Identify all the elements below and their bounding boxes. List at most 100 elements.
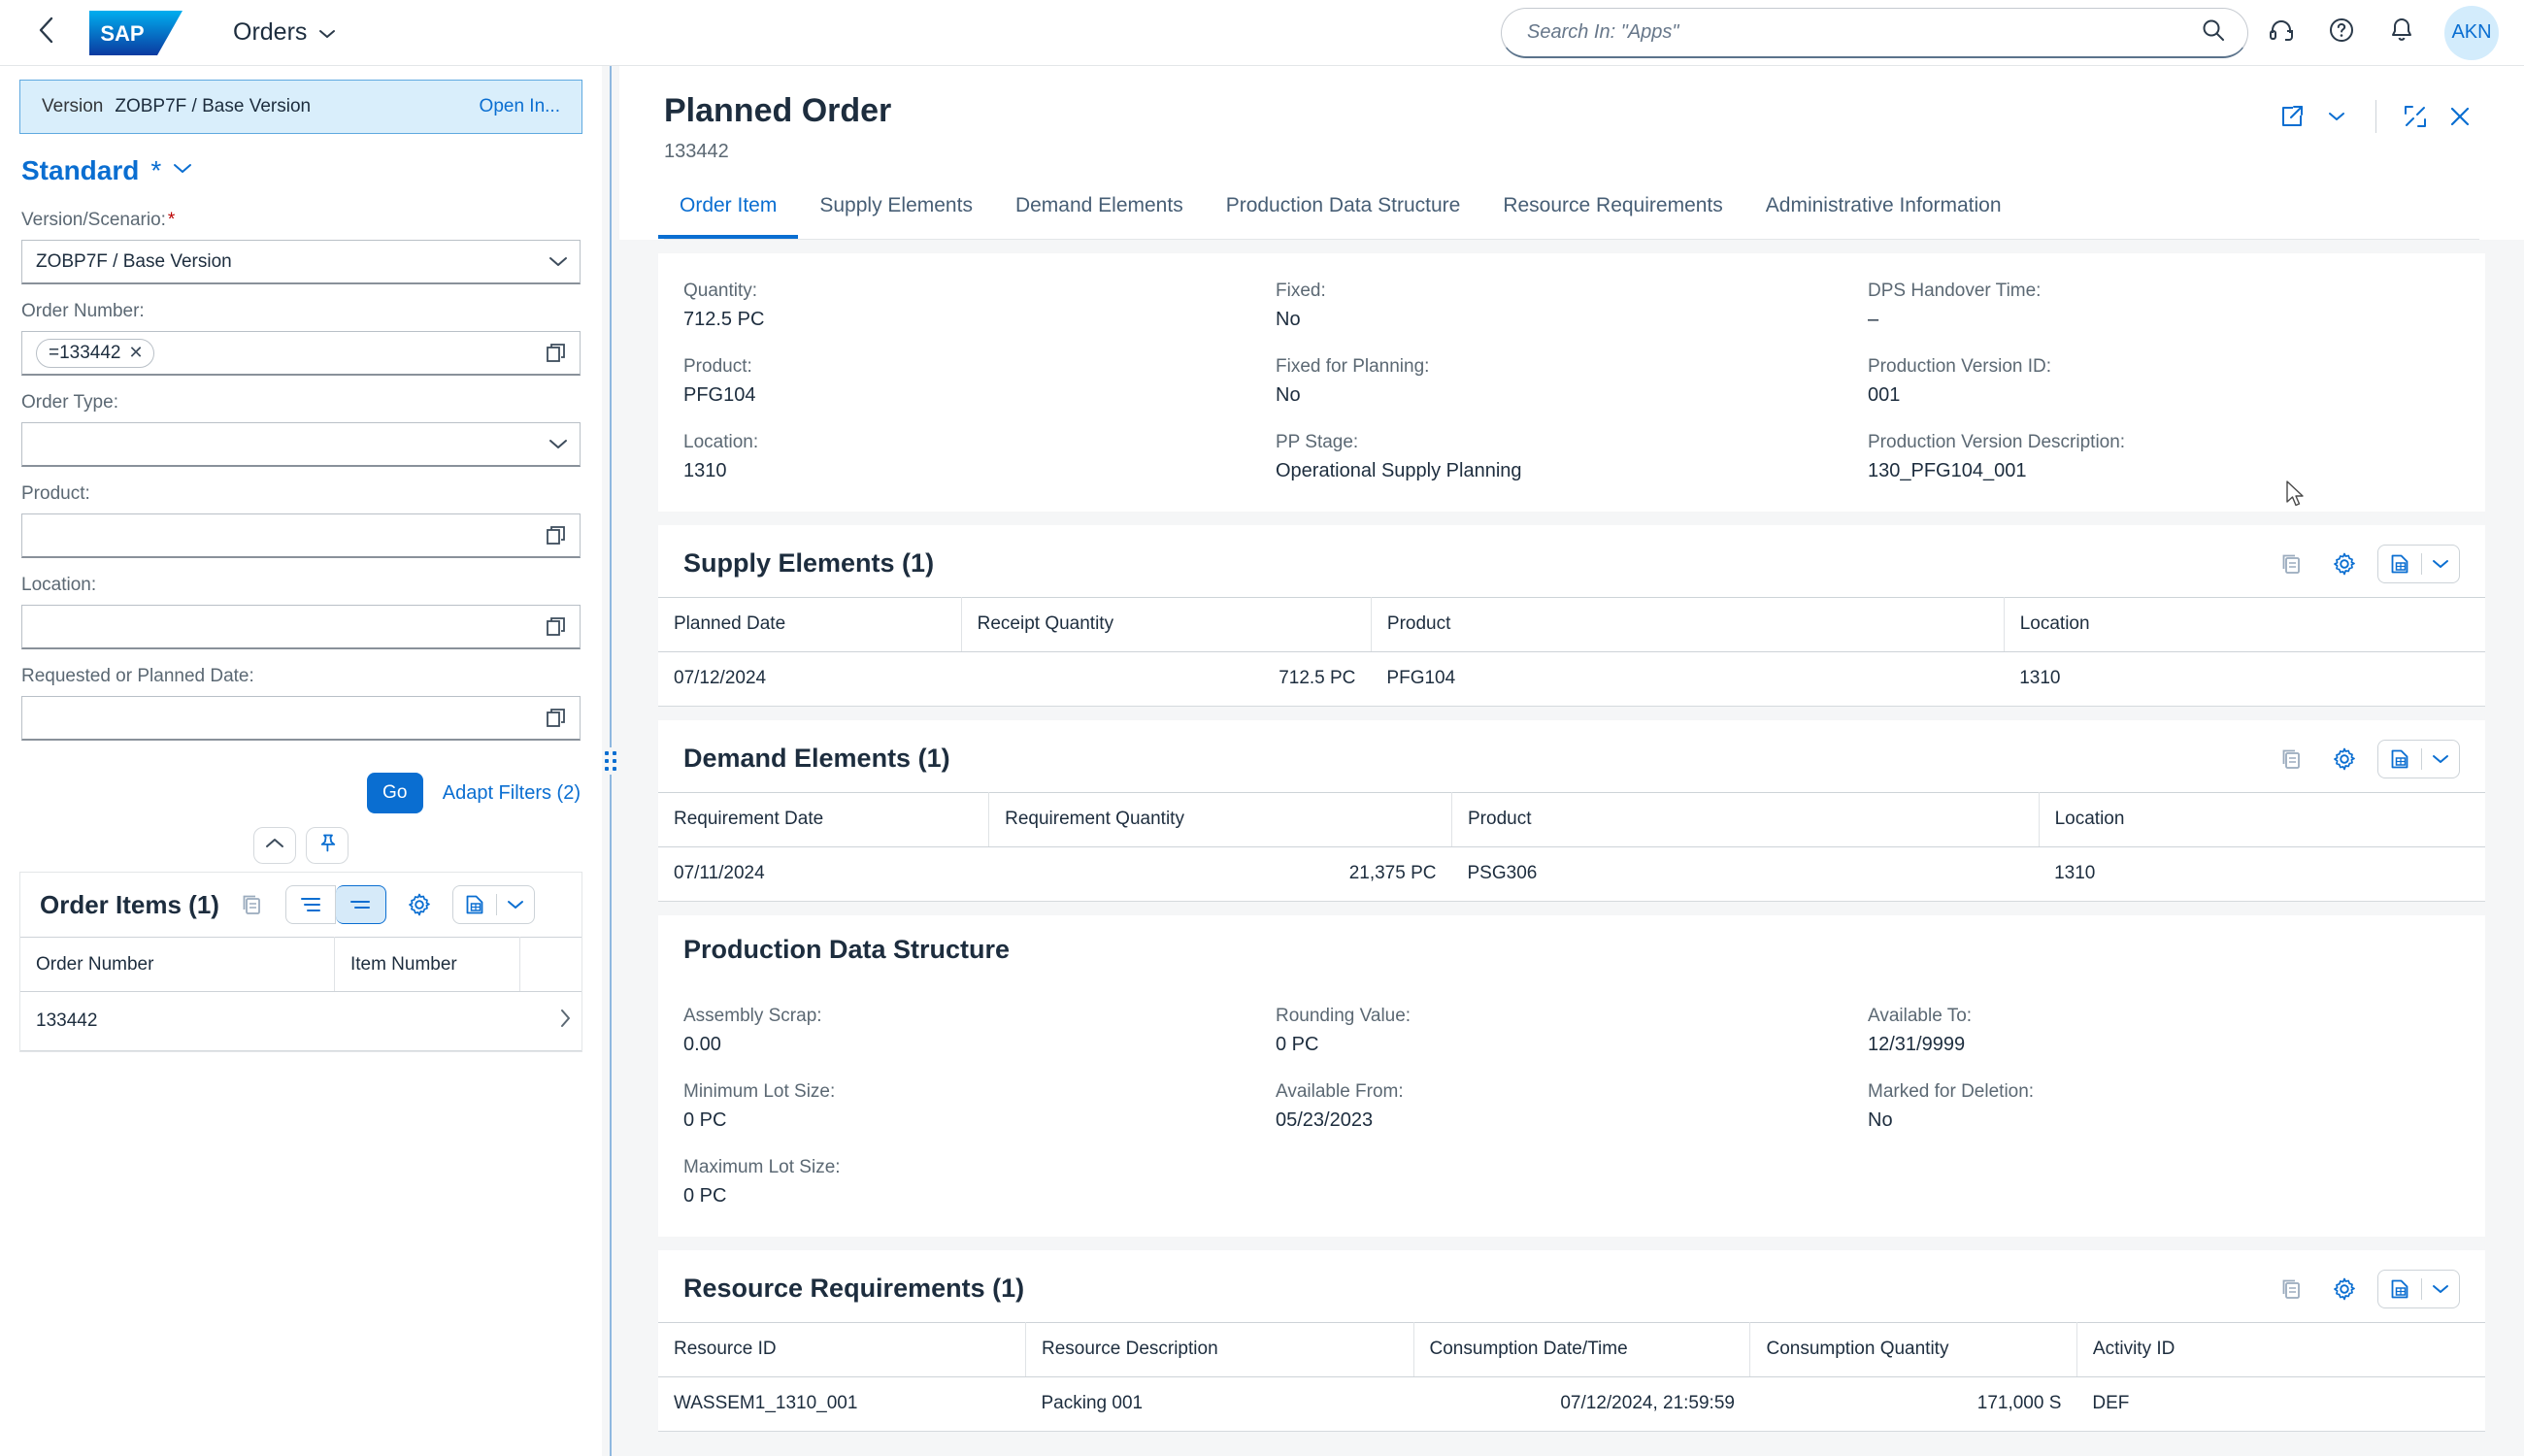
chevron-down-icon[interactable] [2422,1283,2459,1295]
chevron-down-icon[interactable] [2422,753,2459,765]
copy-icon[interactable] [2273,1270,2311,1308]
product-input[interactable] [21,513,581,558]
column-header-planned-date[interactable]: Planned Date [658,597,961,651]
column-header-requirement-date[interactable]: Requirement Date [658,792,989,846]
export-spreadsheet-icon[interactable] [2378,552,2421,576]
facet-quantity: Quantity: 712.5 PC [683,281,1276,331]
column-header-item-number[interactable]: Item Number [334,938,519,992]
chevron-down-icon[interactable] [173,162,192,180]
filter-token[interactable]: =133442 ✕ [36,339,154,368]
facet-value: 712.5 PC [683,309,1276,331]
column-header-location[interactable]: Location [2004,597,2485,651]
table-row[interactable]: 07/12/2024 712.5 PC PFG104 1310 [658,651,2485,706]
chevron-down-icon[interactable] [548,438,568,450]
column-header-requirement-quantity[interactable]: Requirement Quantity [989,792,1452,846]
column-header-receipt-quantity[interactable]: Receipt Quantity [961,597,1371,651]
column-header-order-number[interactable]: Order Number [20,938,334,992]
avatar[interactable]: AKN [2444,6,2499,60]
export-split-button[interactable] [2377,740,2460,778]
table-row[interactable]: WASSEM1_1310_001 Packing 001 07/12/2024,… [658,1376,2485,1431]
search-icon[interactable] [2201,17,2226,48]
column-header-activity-id[interactable]: Activity ID [2076,1322,2485,1376]
tab-demand-elements[interactable]: Demand Elements [994,188,1205,239]
tab-resource-requirements[interactable]: Resource Requirements [1481,188,1744,239]
column-header-consumption-quantity[interactable]: Consumption Quantity [1750,1322,2076,1376]
order-type-select[interactable] [21,422,581,467]
chevron-down-icon[interactable] [2317,97,2356,136]
adapt-filters-link[interactable]: Adapt Filters (2) [443,782,581,805]
collapse-filter-bar-button[interactable] [253,827,296,864]
close-icon[interactable] [2441,97,2479,136]
tab-supply-elements[interactable]: Supply Elements [798,188,994,239]
export-spreadsheet-icon[interactable] [453,893,496,916]
chevron-down-icon[interactable] [2422,558,2459,570]
sap-logo[interactable]: SAP [89,11,183,55]
column-header-location[interactable]: Location [2039,792,2485,846]
search-box[interactable] [1501,8,2248,58]
back-button[interactable] [25,12,68,54]
panel-splitter[interactable] [602,66,619,1456]
app-title-menu[interactable]: Orders [233,18,336,47]
column-header-product[interactable]: Product [1371,597,2004,651]
tab-administrative-information[interactable]: Administrative Information [1744,188,2023,239]
table-header-row: Order Number Item Number [20,938,581,992]
gear-icon[interactable] [2325,545,2364,583]
production-data-structure-facets: Assembly Scrap: 0.00 Minimum Lot Size: 0… [658,978,2485,1237]
order-items-table: Order Number Item Number 133442 [20,937,581,1051]
support-headset-button[interactable] [2254,6,2308,60]
value-help-icon[interactable] [545,342,568,365]
chevron-down-icon[interactable] [497,899,534,910]
chevron-down-icon[interactable] [548,255,568,268]
value-help-icon[interactable] [545,524,568,547]
cell-receipt-quantity: 712.5 PC [961,651,1371,706]
detail-header: Planned Order 133442 [619,66,2524,240]
open-in-link[interactable]: Open In... [480,96,560,117]
supply-elements-header: Supply Elements (1) [658,525,2485,597]
column-header-product[interactable]: Product [1452,792,2040,846]
export-spreadsheet-icon[interactable] [2378,747,2421,771]
column-header-resource-id[interactable]: Resource ID [658,1322,1026,1376]
variant-selector[interactable]: Standard * [0,134,602,192]
tab-order-item[interactable]: Order Item [658,188,798,239]
list-compact-icon[interactable] [285,885,336,924]
location-input[interactable] [21,605,581,649]
export-spreadsheet-icon[interactable] [2378,1277,2421,1301]
gear-icon[interactable] [400,885,439,924]
version-scenario-select[interactable]: ZOBP7F / Base Version [21,240,581,284]
go-button[interactable]: Go [367,773,423,813]
search-input[interactable] [1527,21,2201,44]
export-split-button[interactable] [2377,1270,2460,1308]
pin-filter-bar-button[interactable] [306,827,349,864]
requested-or-planned-date-input[interactable] [21,696,581,741]
help-button[interactable] [2314,6,2369,60]
export-split-button[interactable] [452,885,535,924]
value-help-icon[interactable] [545,615,568,639]
close-icon[interactable]: ✕ [129,343,144,363]
gear-icon[interactable] [2325,740,2364,778]
tab-production-data-structure[interactable]: Production Data Structure [1205,188,1482,239]
list-cozy-icon[interactable] [336,885,386,924]
copy-icon[interactable] [233,885,272,924]
facet-assembly-scrap: Assembly Scrap: 0.00 [683,1006,1276,1056]
facet-available-to: Available To: 12/31/9999 [1868,1006,2460,1056]
value-help-icon[interactable] [545,707,568,730]
facet-value: 1310 [683,460,1276,482]
copy-icon[interactable] [2273,740,2311,778]
fullscreen-icon[interactable] [2396,97,2435,136]
order-number-input[interactable]: =133442 ✕ [21,331,581,376]
column-header-resource-description[interactable]: Resource Description [1026,1322,1414,1376]
export-split-button[interactable] [2377,545,2460,583]
share-icon[interactable] [2273,97,2311,136]
gear-icon[interactable] [2325,1270,2364,1308]
copy-icon[interactable] [2273,545,2311,583]
version-bar-label: Version [42,96,103,117]
row-navigation-arrow[interactable] [519,992,581,1051]
splitter-grip-handle[interactable] [604,747,617,775]
variant-name[interactable]: Standard [21,155,139,186]
notifications-button[interactable] [2375,6,2429,60]
version-bar-value: ZOBP7F / Base Version [115,96,311,117]
table-row[interactable]: 07/11/2024 21,375 PC PSG306 1310 [658,846,2485,901]
table-row[interactable]: 133442 [20,992,581,1051]
column-header-consumption-datetime[interactable]: Consumption Date/Time [1413,1322,1750,1376]
facet-label: Production Version ID: [1868,356,2460,378]
